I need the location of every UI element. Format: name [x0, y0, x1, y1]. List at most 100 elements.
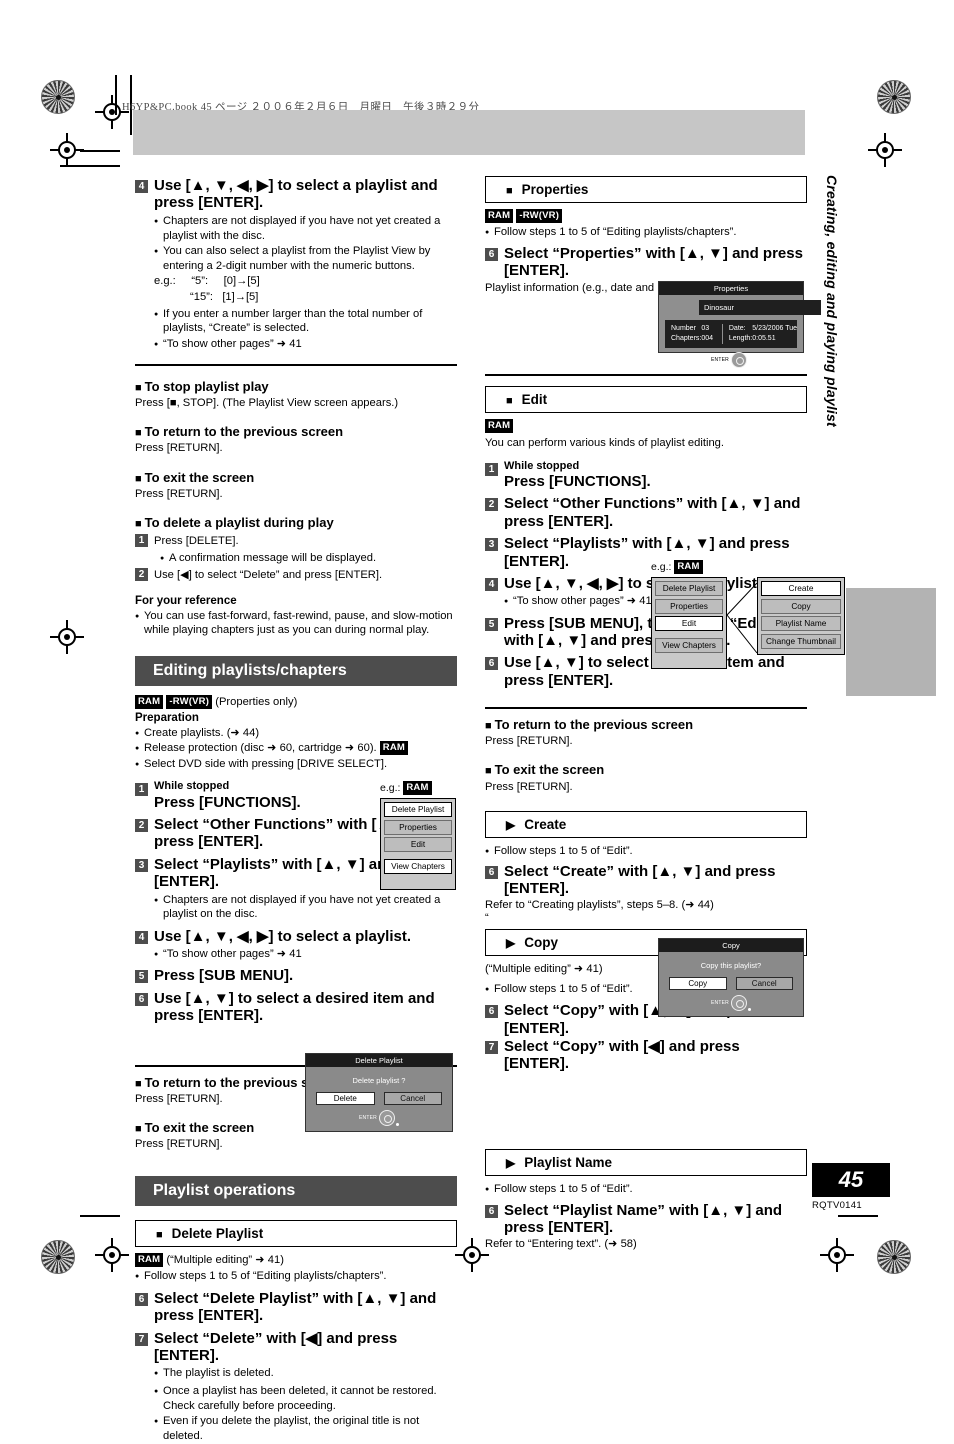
create-step-6: 6 Select “Create” with [▲, ▼] and press …	[485, 863, 807, 898]
enter-dot-icon	[747, 1008, 751, 1011]
divider	[135, 363, 457, 366]
sub-menu-box-primary[interactable]: Delete Playlist Properties Edit View Cha…	[651, 577, 727, 669]
enter-wheel-icon	[730, 995, 747, 1011]
menu-item-view-chapters[interactable]: View Chapters	[384, 859, 452, 874]
dialog-info-right: Date: Length: 5/23/2006 Tue 0:05.51	[721, 324, 797, 344]
bullet: You can also select a playlist from the …	[154, 244, 457, 274]
menu-item-playlist-name[interactable]: Playlist Name	[761, 616, 841, 631]
dialog-keys-left: Number Chapters:	[671, 324, 701, 344]
to-exit-screen-body: Press [RETURN].	[135, 487, 223, 500]
menu-item-delete-playlist[interactable]: Delete Playlist	[655, 581, 723, 596]
step-number: 7	[135, 1332, 148, 1346]
sub-menu-box[interactable]: Delete Playlist Properties Edit View Cha…	[380, 798, 456, 890]
step-text: Select “Delete” with [◀] and press [ENTE…	[154, 1329, 398, 1365]
bullet: “To show other pages” ➜ 41	[154, 337, 457, 353]
step-number: 6	[135, 1292, 148, 1306]
enter-dot-icon	[747, 366, 751, 369]
registration-mark-bottom-center	[455, 1238, 489, 1272]
editing-step-6: 6 Use [▲, ▼] to select a desired item an…	[135, 990, 457, 1025]
menu-item-copy[interactable]: Copy	[761, 598, 841, 614]
menu-item-delete-playlist[interactable]: Delete Playlist	[384, 802, 452, 817]
page-number: 45	[812, 1163, 890, 1197]
delete-during-play-step-2: 2 Use [◀] to select “Delete” and press […	[135, 567, 457, 583]
key-length: Length:	[728, 335, 753, 342]
step-text: Select “Create” with [▲, ▼] and press [E…	[504, 862, 776, 897]
bullet: Once a playlist has been deleted, it can…	[154, 1384, 457, 1414]
badge-ram: RAM	[135, 1253, 164, 1268]
menu-item-properties[interactable]: Properties	[384, 819, 452, 835]
menu-item-create[interactable]: Create	[761, 581, 841, 596]
playlist-name-refer: Refer to “Entering text”. (➜ 58)	[485, 1238, 637, 1251]
bullet: If you enter a number larger than the to…	[154, 307, 457, 337]
heading-edit-return-previous: ■ To return to the previous screen	[485, 717, 694, 733]
dialog-cancel-button[interactable]: Cancel	[735, 977, 793, 990]
step-4-bullets-after: If you enter a number larger than the to…	[154, 307, 457, 353]
dialog-copy-button[interactable]: Copy	[669, 977, 727, 990]
dialog-enter-hint: ENTER	[659, 348, 803, 375]
boxhead-edit: ■ Edit	[485, 385, 807, 413]
chapter-vertical-title: Creating, editing and playing playlist	[824, 175, 840, 427]
eg-label: e.g.: RAM	[380, 781, 456, 795]
delete-during-play-step-1: 1 Press [DELETE]. A confirmation message…	[135, 533, 457, 567]
create-follow: Follow steps 1 to 5 of “Edit”.	[485, 844, 807, 860]
edit-step-1: 1 While stopped Press [FUNCTIONS].	[485, 460, 807, 491]
bullet: Select DVD side with pressing [DRIVE SEL…	[135, 757, 457, 773]
step-number: 4	[485, 577, 498, 591]
menu-item-view-chapters[interactable]: View Chapters	[655, 638, 723, 653]
dialog-playlist-name: Dinosaur	[699, 300, 821, 315]
bullet: Follow steps 1 to 5 of “Edit”.	[485, 844, 807, 860]
step-number: 6	[135, 992, 148, 1006]
step-4-example: e.g.: “5”: [0]→[5] “15”: [1]→[5]	[154, 274, 457, 304]
badge-ram: RAM	[379, 741, 409, 756]
menu-item-edit[interactable]: Edit	[384, 837, 452, 852]
for-your-reference-bullets: You can use fast-forward, fast-rewind, p…	[135, 609, 457, 639]
preparation-bullets: Create playlists. (➜ 44) Release protect…	[135, 726, 457, 773]
badge-rw-vr: -RW(VR)	[516, 209, 563, 223]
enter-label: ENTER	[711, 1000, 729, 1006]
square-bullet-icon: ■	[506, 394, 513, 407]
sub-menu-box-secondary[interactable]: Create Copy Playlist Name Change Thumbna…	[757, 577, 845, 655]
bullet: Follow steps 1 to 5 of “Editing playlist…	[135, 1269, 457, 1285]
edit-step-2: 2 Select “Other Functions” with [▲, ▼] a…	[485, 495, 807, 530]
eg-label: e.g.: RAM	[651, 560, 845, 574]
menu-item-properties[interactable]: Properties	[655, 598, 723, 614]
enter-wheel-icon	[378, 1110, 395, 1126]
step-number: 6	[485, 865, 498, 879]
key-number: Number	[671, 325, 696, 332]
dialog-title: Copy	[659, 939, 803, 952]
dialog-values-left: 03 004	[701, 324, 713, 344]
step-text: Use [▲, ▼] to select a desired item and …	[154, 989, 435, 1025]
dialog-keys-right: Date: Length:	[729, 324, 752, 344]
delete-playlist-badges: RAM (“Multiple editing” ➜ 41)	[135, 1253, 457, 1268]
bullet: Release protection (disc ➜ 60, cartridge…	[135, 741, 457, 757]
editing-submenu-graphic: e.g.: RAM Delete Playlist Properties Edi…	[380, 781, 456, 890]
properties-dialog: Properties Dinosaur Number Chapters: 03 …	[658, 281, 821, 369]
properties-badges: RAM -RW(VR)	[485, 209, 807, 223]
header-gray-band	[133, 110, 805, 155]
create-refer: Refer to “Creating playlists”, steps 5–8…	[485, 899, 714, 912]
step-text: Select “Other Functions” with [▲, ▼] and…	[504, 495, 801, 530]
heading-to-return-previous: ■ To return to the previous screen	[135, 424, 344, 440]
square-bullet-icon: ■	[135, 427, 142, 440]
copy-dialog: Copy Copy this playlist? Copy Cancel ENT…	[658, 938, 804, 1017]
step-text: Use [▲, ▼, ◀, ▶] to select a playlist an…	[154, 177, 438, 212]
dialog-buttons: Copy Cancel	[659, 977, 803, 990]
step-text: Press [SUB MENU].	[154, 967, 294, 985]
boxhead-playlist-name: ▶ Playlist Name	[485, 1148, 807, 1176]
menu-item-change-thumbnail[interactable]: Change Thumbnail	[761, 633, 841, 649]
bullet: Follow steps 1 to 5 of “Edit”.	[485, 1182, 807, 1198]
dialog-delete-button[interactable]: Delete	[316, 1092, 375, 1105]
bullet: “To show other pages” ➜ 41	[154, 947, 457, 963]
heading-for-your-reference: For your reference	[135, 594, 237, 607]
crop-line-left	[115, 75, 117, 115]
dialog-cancel-button[interactable]: Cancel	[383, 1092, 442, 1105]
menu-item-edit[interactable]: Edit	[655, 616, 723, 631]
editing-media-badges: RAM -RW(VR) (Properties only)	[135, 695, 457, 710]
step-number: 2	[485, 498, 498, 512]
step-number: 4	[135, 180, 148, 193]
corner-rosette-top-right	[877, 80, 911, 114]
edit-exit-screen-body: Press [RETURN].	[485, 780, 573, 793]
properties-step-6: 6 Select “Properties” with [▲, ▼] and pr…	[485, 245, 807, 280]
registration-mark-bottom-right	[820, 1238, 854, 1272]
bullet: Chapters are not displayed if you have n…	[154, 893, 457, 923]
